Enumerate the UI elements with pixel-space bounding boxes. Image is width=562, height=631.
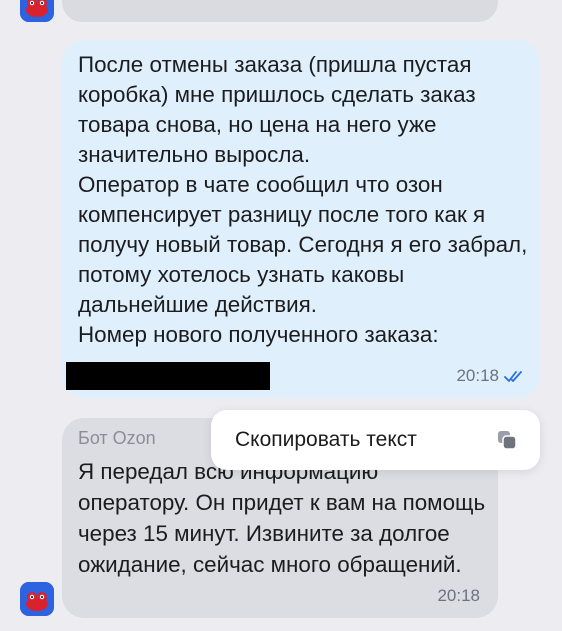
redacted-order-number [66,362,270,390]
double-check-icon [504,371,522,382]
bot-avatar[interactable] [20,0,54,22]
ozon-mascot-icon [20,0,54,22]
incoming-message-text: Я передал всю информацию оператору. Он п… [78,459,486,577]
outgoing-message-meta: 20:18 [456,366,524,386]
outgoing-message-bubble[interactable]: После отмены заказа (пришла пустая короб… [62,40,540,398]
previous-message-bubble[interactable] [62,0,498,22]
outgoing-message-time: 20:18 [456,366,499,385]
sender-name: Бот Ozon [78,428,156,448]
chat-view: После отмены заказа (пришла пустая короб… [0,0,562,631]
ozon-mascot-icon [20,582,54,616]
copy-text-label: Скопировать текст [235,428,417,451]
copy-icon [498,431,517,450]
incoming-message-time: 20:18 [437,586,480,605]
context-menu-copy-text[interactable]: Скопировать текст [211,410,540,470]
outgoing-message-text: После отмены заказа (пришла пустая короб… [78,52,528,347]
bot-avatar[interactable] [20,582,54,616]
